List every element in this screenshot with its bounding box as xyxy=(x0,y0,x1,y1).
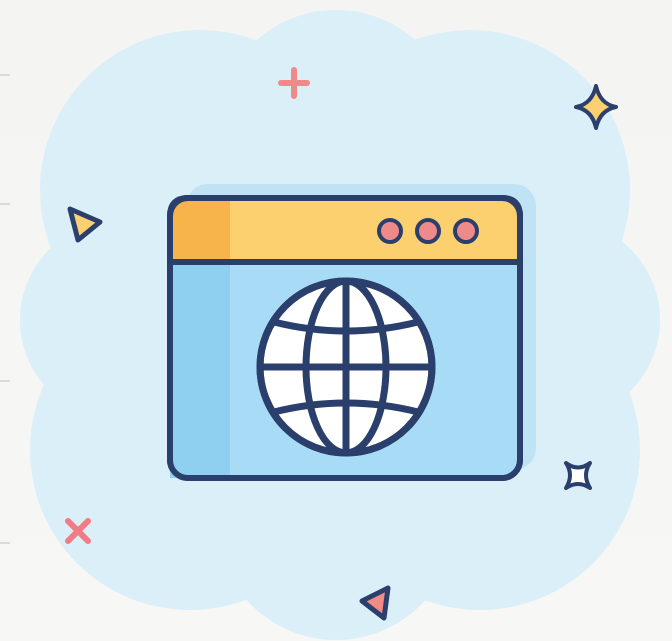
window-body-shade xyxy=(170,262,230,478)
globe-icon xyxy=(256,277,436,457)
illustration-canvas xyxy=(0,0,672,641)
four-point-star-icon xyxy=(564,461,592,490)
window-dots-icon xyxy=(377,218,479,244)
window-header-shade xyxy=(170,198,230,262)
illustration-svg xyxy=(20,10,660,640)
